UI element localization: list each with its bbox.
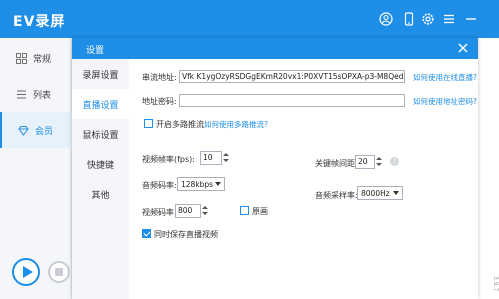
tab-other[interactable]: 其他 xyxy=(72,179,129,209)
stream-address-help-link[interactable]: 如何使用在线直播? xyxy=(413,72,477,83)
list-icon xyxy=(16,89,27,100)
version-text: 3.9.7 xyxy=(492,276,499,292)
stop-button[interactable] xyxy=(48,261,70,283)
audio-bitrate-value: 128kbps xyxy=(181,180,214,189)
stream-address-label: 串流地址: xyxy=(142,73,177,82)
video-fps-input[interactable]: 10 xyxy=(200,151,222,165)
multi-platform-checkbox[interactable] xyxy=(144,119,153,128)
settings-nav: 录屏设置 直播设置 鼠标设置 快捷键 其他 xyxy=(72,59,129,299)
stream-address-input[interactable]: Vfk K1ygOzyRSDGgEKmR20vx1:P0XVT15sOPXA-p… xyxy=(179,70,405,83)
grid-icon xyxy=(16,52,27,64)
diamond-icon xyxy=(18,125,29,136)
minimize-icon[interactable] xyxy=(464,12,478,26)
multi-platform-label: 开启多路推流 xyxy=(156,120,204,129)
sidebar-item-label: 会员 xyxy=(35,126,54,137)
gear-icon[interactable] xyxy=(421,12,435,26)
dialog-title: 设置 xyxy=(86,46,105,56)
keyframe-interval-input[interactable]: 20 xyxy=(355,155,375,169)
keyframe-interval-stepper[interactable] xyxy=(375,155,383,169)
play-icon xyxy=(22,266,33,278)
dialog-header: 设置 xyxy=(72,38,478,59)
tab-mouse-settings[interactable]: 鼠标设置 xyxy=(72,119,129,149)
tab-live-settings[interactable]: 直播设置 xyxy=(72,89,129,119)
title-bar: EV录屏 xyxy=(0,0,499,38)
audio-bitrate-select[interactable]: 128kbps xyxy=(177,177,225,191)
sidebar-item-label: 常规 xyxy=(33,54,52,65)
user-icon[interactable] xyxy=(379,12,393,26)
multi-platform-help-link[interactable]: 如何使用多路推流? xyxy=(204,119,268,130)
stop-icon xyxy=(55,268,63,276)
tab-hotkeys[interactable]: 快捷键 xyxy=(72,149,129,179)
original-quality-checkbox[interactable] xyxy=(240,206,249,215)
audio-sample-rate-label: 音频采样率: xyxy=(315,191,358,200)
sidebar-item-list[interactable]: 列表 xyxy=(0,76,72,112)
video-fps-stepper[interactable] xyxy=(222,151,230,165)
sidebar: 常规 列表 会员 xyxy=(0,38,72,299)
audio-sample-rate-select[interactable]: 8000Hz xyxy=(357,186,403,200)
close-icon[interactable] xyxy=(456,41,470,55)
tab-record-settings[interactable]: 录屏设置 xyxy=(72,59,129,89)
address-password-help-link[interactable]: 如何使用地址密码? xyxy=(413,96,477,107)
phone-icon[interactable] xyxy=(402,12,416,26)
audio-bitrate-label: 音频码率: xyxy=(142,181,177,190)
chevron-down-icon xyxy=(393,191,399,195)
address-password-label: 地址密码: xyxy=(142,97,177,106)
address-password-input[interactable] xyxy=(179,94,405,107)
save-stream-checkbox[interactable] xyxy=(142,229,151,238)
save-stream-label: 同时保存直播视频 xyxy=(154,230,218,239)
menu-icon[interactable] xyxy=(442,12,456,26)
settings-dialog: 设置 录屏设置 直播设置 鼠标设置 快捷键 其他 串流地址: Vfk K1ygO… xyxy=(72,38,478,299)
video-bitrate-input[interactable]: 800 xyxy=(175,204,201,218)
sidebar-item-general[interactable]: 常规 xyxy=(0,40,72,76)
video-bitrate-stepper[interactable] xyxy=(201,204,209,218)
sidebar-item-label: 列表 xyxy=(33,90,52,101)
sidebar-item-member[interactable]: 会员 xyxy=(0,112,72,148)
app-title: EV录屏 xyxy=(13,14,66,30)
keyframe-interval-label: 关键帧间距: xyxy=(315,159,358,168)
original-quality-label: 原画 xyxy=(252,207,268,216)
play-button[interactable] xyxy=(12,258,40,286)
help-icon[interactable]: ? xyxy=(390,157,399,166)
video-bitrate-label: 视频码率: xyxy=(142,208,177,217)
video-fps-label: 视频帧率(fps): xyxy=(142,155,195,164)
audio-sample-rate-value: 8000Hz xyxy=(361,189,390,198)
chevron-down-icon xyxy=(215,182,221,186)
